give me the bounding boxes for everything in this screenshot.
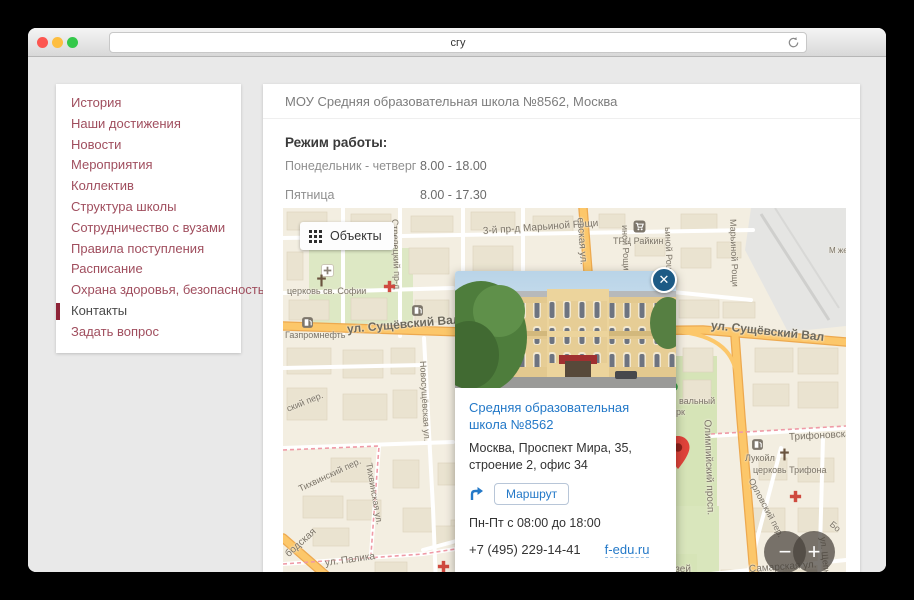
address-bar[interactable]: сгу <box>109 32 807 53</box>
zoom-in-label: + <box>808 539 821 565</box>
schedule-hours: 8.00 - 17.30 <box>420 188 487 202</box>
sidebar-item[interactable]: Правила поступления <box>56 239 241 260</box>
sidebar-item-label: История <box>71 95 121 110</box>
schedule-day: Пятница <box>285 188 420 202</box>
fuel-icon <box>751 438 764 451</box>
sidebar-item[interactable]: Задать вопрос <box>56 322 241 343</box>
church-icon <box>315 274 328 287</box>
sidebar-item[interactable]: Охрана здоровья, безопасность <box>56 280 241 301</box>
sidebar-item-label: Новости <box>71 137 121 152</box>
balloon-close-button[interactable]: ✕ <box>651 267 677 293</box>
close-window-button[interactable] <box>37 37 48 48</box>
sidebar-item[interactable]: Сотрудничество с вузами <box>56 218 241 239</box>
main-content: МОУ Средняя образовательная школа №8562,… <box>263 84 860 572</box>
zoom-in-button[interactable]: + <box>793 531 835 572</box>
sidebar-item-label: Правила поступления <box>71 241 204 256</box>
route-icon <box>469 486 485 502</box>
cart-icon <box>633 220 646 233</box>
phone-row: +7 (495) 229-14-41 f-edu.ru <box>469 542 662 558</box>
objects-button-label: Объекты <box>330 229 382 243</box>
map-canvas[interactable]: кая ул.Стрелецкий пр-д3-й пр-д Марьиной … <box>283 208 846 572</box>
sidebar-item[interactable]: Структура школы <box>56 197 241 218</box>
schedule-heading: Режим работы: <box>285 135 838 150</box>
fuel-icon <box>411 304 424 317</box>
school-phone: +7 (495) 229-14-41 <box>469 542 581 558</box>
sidebar-item[interactable]: Мероприятия <box>56 155 241 176</box>
medcross-icon <box>437 560 450 572</box>
medcross-icon <box>789 490 802 503</box>
sidebar-item-label: Расписание <box>71 261 143 276</box>
sidebar-item[interactable]: Расписание <box>56 259 241 280</box>
balloon-body: Средняя образовательная школа №8562 Моск… <box>455 388 676 572</box>
sidebar-item-label: Охрана здоровья, безопасность <box>71 282 265 297</box>
school-title-link[interactable]: Средняя образовательная школа №8562 <box>469 400 662 434</box>
page-title: МОУ Средняя образовательная школа №8562,… <box>263 84 860 119</box>
route-button[interactable]: Маршрут <box>494 483 569 505</box>
medcross-icon <box>383 280 396 293</box>
sidebar-item-label: Коллектив <box>71 178 134 193</box>
objects-button[interactable]: Объекты <box>300 222 394 250</box>
sidebar-item-label: Задать вопрос <box>71 324 159 339</box>
sidebar-item[interactable]: Контакты <box>56 301 241 322</box>
sidebar-item[interactable]: Новости <box>56 135 241 156</box>
schedule-row: Понедельник - четверг 8.00 - 18.00 <box>285 159 838 173</box>
sidebar-item-label: Сотрудничество с вузами <box>71 220 225 235</box>
route-row: Маршрут <box>469 483 662 505</box>
sidebar-item[interactable]: Наши достижения <box>56 114 241 135</box>
school-photo <box>455 271 676 388</box>
school-site-link[interactable]: f-edu.ru <box>605 542 650 558</box>
close-icon: ✕ <box>659 272 670 288</box>
school-hours: Пн-Пт с 08:00 до 18:00 <box>469 516 662 530</box>
minimize-window-button[interactable] <box>52 37 63 48</box>
zoom-out-label: − <box>779 539 792 565</box>
page-background: История Наши достижения Новости Мероприятия… <box>28 57 886 572</box>
sidebar-item-label: Контакты <box>71 303 127 318</box>
grid-icon <box>309 230 322 243</box>
schedule-row: Пятница 8.00 - 17.30 <box>285 188 838 202</box>
sidebar-item[interactable]: Коллектив <box>56 176 241 197</box>
school-address: Москва, Проспект Мира, 35, строение 2, о… <box>469 440 662 474</box>
sidebar-item-label: Структура школы <box>71 199 176 214</box>
fuel-icon <box>301 316 314 329</box>
map-balloon: Средняя образовательная школа №8562 Моск… <box>455 271 676 572</box>
church-icon <box>778 448 791 461</box>
schedule-day: Понедельник - четверг <box>285 159 420 173</box>
address-bar-text: сгу <box>450 37 465 49</box>
refresh-icon[interactable] <box>787 36 800 49</box>
sidebar-menu: История Наши достижения Новости Мероприятия… <box>56 84 241 353</box>
browser-titlebar: сгу <box>28 28 886 57</box>
zoom-window-button[interactable] <box>67 37 78 48</box>
schedule-hours: 8.00 - 18.00 <box>420 159 487 173</box>
sidebar-item[interactable]: История <box>56 93 241 114</box>
browser-window: сгу История Наши достижения Новости Меропри… <box>28 28 886 572</box>
sidebar-item-label: Мероприятия <box>71 157 153 172</box>
sidebar-item-label: Наши достижения <box>71 116 181 131</box>
